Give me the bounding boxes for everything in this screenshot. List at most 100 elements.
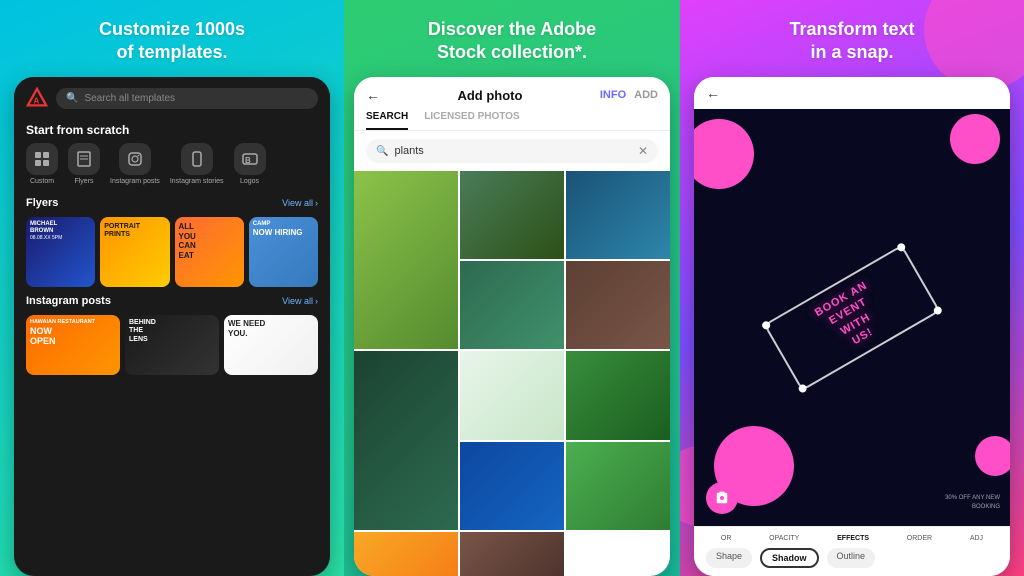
insta-stories-label: Instagram stories — [170, 178, 224, 185]
logos-icon-item[interactable]: B Logos — [234, 143, 266, 185]
flyers-icon-item[interactable]: Flyers — [68, 143, 100, 185]
tool-opacity[interactable]: OPACITY — [769, 535, 799, 542]
insta-view-all[interactable]: View all › — [282, 296, 318, 306]
photo-cell-12[interactable] — [460, 532, 564, 576]
photo-cell-9[interactable] — [460, 442, 564, 530]
flyers-view-all[interactable]: View all › — [282, 198, 318, 208]
p2-header: ← Add photo INFO ADD SEARCH LICENSED PHO… — [354, 77, 670, 131]
add-label[interactable]: ADD — [634, 89, 658, 101]
search-icon: 🔍 — [66, 93, 78, 104]
instagram-posts-row: HAWAIAN RESTAURANTNOWOPEN BEHINDTHELENS … — [14, 311, 330, 379]
svg-text:A: A — [33, 97, 39, 106]
photo-cell-5[interactable] — [566, 261, 670, 349]
panel-3-text: Transform text in a snap. ← BOOK AN EVEN… — [680, 0, 1024, 576]
start-from-scratch-label: Start from scratch — [14, 115, 330, 143]
p3-top-bar: ← — [694, 77, 1010, 109]
photo-cell-1[interactable] — [354, 171, 458, 349]
panel-1-customize: Customize 1000s of templates. A 🔍 Search… — [0, 0, 344, 576]
phone-1: A 🔍 Search all templates Start from scra… — [14, 77, 330, 576]
flyers-row: MICHAELBROWN08.08.XX 5PM PortraitPrints … — [14, 213, 330, 291]
flyer-card-1[interactable]: MICHAELBROWN08.08.XX 5PM — [26, 217, 95, 287]
tool-adj-label: ADJ — [970, 535, 983, 542]
insta-card-3[interactable]: We NeedYou. — [224, 315, 318, 375]
photo-cell-6[interactable] — [354, 351, 458, 529]
tab-licensed[interactable]: LICENSED PHOTOS — [424, 111, 519, 130]
p3-bottom-bar: OR OPACITY EFFECTS ORDER ADJ — [694, 526, 1010, 576]
stories-icon — [181, 143, 213, 175]
flyer-card-2[interactable]: PortraitPrints — [100, 217, 169, 287]
instagram-posts-icon-item[interactable]: Instagram posts — [110, 143, 160, 185]
insta-card-1[interactable]: HAWAIAN RESTAURANTNOWOPEN — [26, 315, 120, 375]
p3-toolbar-row: OR OPACITY EFFECTS ORDER ADJ — [694, 533, 1010, 544]
flyers-icon — [68, 143, 100, 175]
search-icon-2: 🔍 — [376, 146, 388, 157]
resize-handle-br[interactable] — [932, 305, 943, 316]
phone-2: ← Add photo INFO ADD SEARCH LICENSED PHO… — [354, 77, 670, 576]
flyers-section-title: Flyers — [26, 197, 58, 209]
insta-card-2[interactable]: BEHINDTHELENS — [125, 315, 219, 375]
p3-back-btn[interactable]: ← — [706, 85, 720, 101]
resize-handle-bl[interactable] — [797, 383, 808, 394]
flyers-label: Flyers — [74, 178, 93, 185]
add-photo-title: Add photo — [457, 88, 522, 103]
tool-adj[interactable]: ADJ — [970, 535, 983, 542]
custom-icon — [26, 143, 58, 175]
tool-effects-label: EFFECTS — [837, 535, 869, 542]
search-placeholder: Search all templates — [84, 93, 175, 104]
subtab-outline[interactable]: Outline — [827, 548, 876, 568]
booking-text: 30% OFF ANY NEW BOOKING — [945, 494, 1000, 511]
p2-tabs: SEARCH LICENSED PHOTOS — [366, 111, 658, 130]
svg-text:B: B — [245, 156, 251, 165]
tool-opacity-label: OPACITY — [769, 535, 799, 542]
p3-canvas: BOOK AN EVENT WITH US! 30% OFF ANY NEW B… — [694, 109, 1010, 526]
insta-section-title: Instagram posts — [26, 295, 111, 307]
panel-2-stock: Discover the Adobe Stock collection*. ← … — [344, 0, 680, 576]
photo-cell-8[interactable] — [566, 351, 670, 439]
text-element-box[interactable]: BOOK AN EVENT WITH US! — [763, 244, 940, 391]
tab-search[interactable]: SEARCH — [366, 111, 408, 130]
panel-3-title: Transform text in a snap. — [789, 18, 914, 63]
pink-circle-tl — [694, 119, 754, 189]
back-arrow-btn[interactable]: ← — [366, 87, 380, 103]
pink-circle-br — [975, 436, 1010, 476]
tool-or-label: OR — [721, 535, 732, 542]
tool-or[interactable]: OR — [721, 535, 732, 542]
camera-button[interactable] — [706, 482, 738, 514]
flyers-section-header: Flyers View all › — [14, 193, 330, 213]
adobe-logo-icon: A — [26, 87, 48, 109]
flyer-card-4[interactable]: campnow hiring — [249, 217, 318, 287]
instagram-stories-icon-item[interactable]: Instagram stories — [170, 143, 224, 185]
p1-logo-row: A 🔍 Search all templates — [26, 87, 318, 109]
tool-order[interactable]: ORDER — [907, 535, 932, 542]
info-label[interactable]: INFO — [600, 89, 626, 101]
insta-posts-label: Instagram posts — [110, 178, 160, 185]
tool-order-label: ORDER — [907, 535, 932, 542]
photo-cell-3[interactable] — [566, 171, 670, 259]
flyer-card-3[interactable]: AllYouCanEat — [175, 217, 244, 287]
insta-section-header: Instagram posts View all › — [14, 291, 330, 311]
photo-cell-10[interactable] — [566, 442, 670, 530]
logos-icon: B — [234, 143, 266, 175]
custom-icon-item[interactable]: Custom — [26, 143, 58, 185]
subtab-shadow[interactable]: Shadow — [760, 548, 819, 568]
pink-circle-tr — [950, 114, 1000, 164]
p2-search-row[interactable]: 🔍 plants ✕ — [366, 139, 658, 163]
custom-label: Custom — [30, 178, 54, 185]
resize-handle-tl[interactable] — [761, 319, 772, 330]
p2-top-row: ← Add photo INFO ADD — [366, 87, 658, 103]
photo-cell-11[interactable] — [354, 532, 458, 576]
search-bar-1[interactable]: 🔍 Search all templates — [56, 88, 318, 109]
photo-cell-2[interactable] — [460, 171, 564, 259]
resize-handle-tr[interactable] — [896, 241, 907, 252]
clear-search-btn[interactable]: ✕ — [638, 144, 648, 158]
photo-cell-4[interactable] — [460, 261, 564, 349]
canvas-text: BOOK AN EVENT WITH US! — [781, 260, 924, 376]
subtab-shape[interactable]: Shape — [706, 548, 752, 568]
photo-cell-7[interactable] — [460, 351, 564, 439]
template-icons-row: Custom Flyers Instagram posts — [14, 143, 330, 193]
panel-1-title: Customize 1000s of templates. — [99, 18, 245, 63]
p1-header: A 🔍 Search all templates — [14, 77, 330, 115]
search-value: plants — [394, 145, 631, 157]
logos-label: Logos — [240, 178, 259, 185]
tool-effects[interactable]: EFFECTS — [837, 535, 869, 542]
